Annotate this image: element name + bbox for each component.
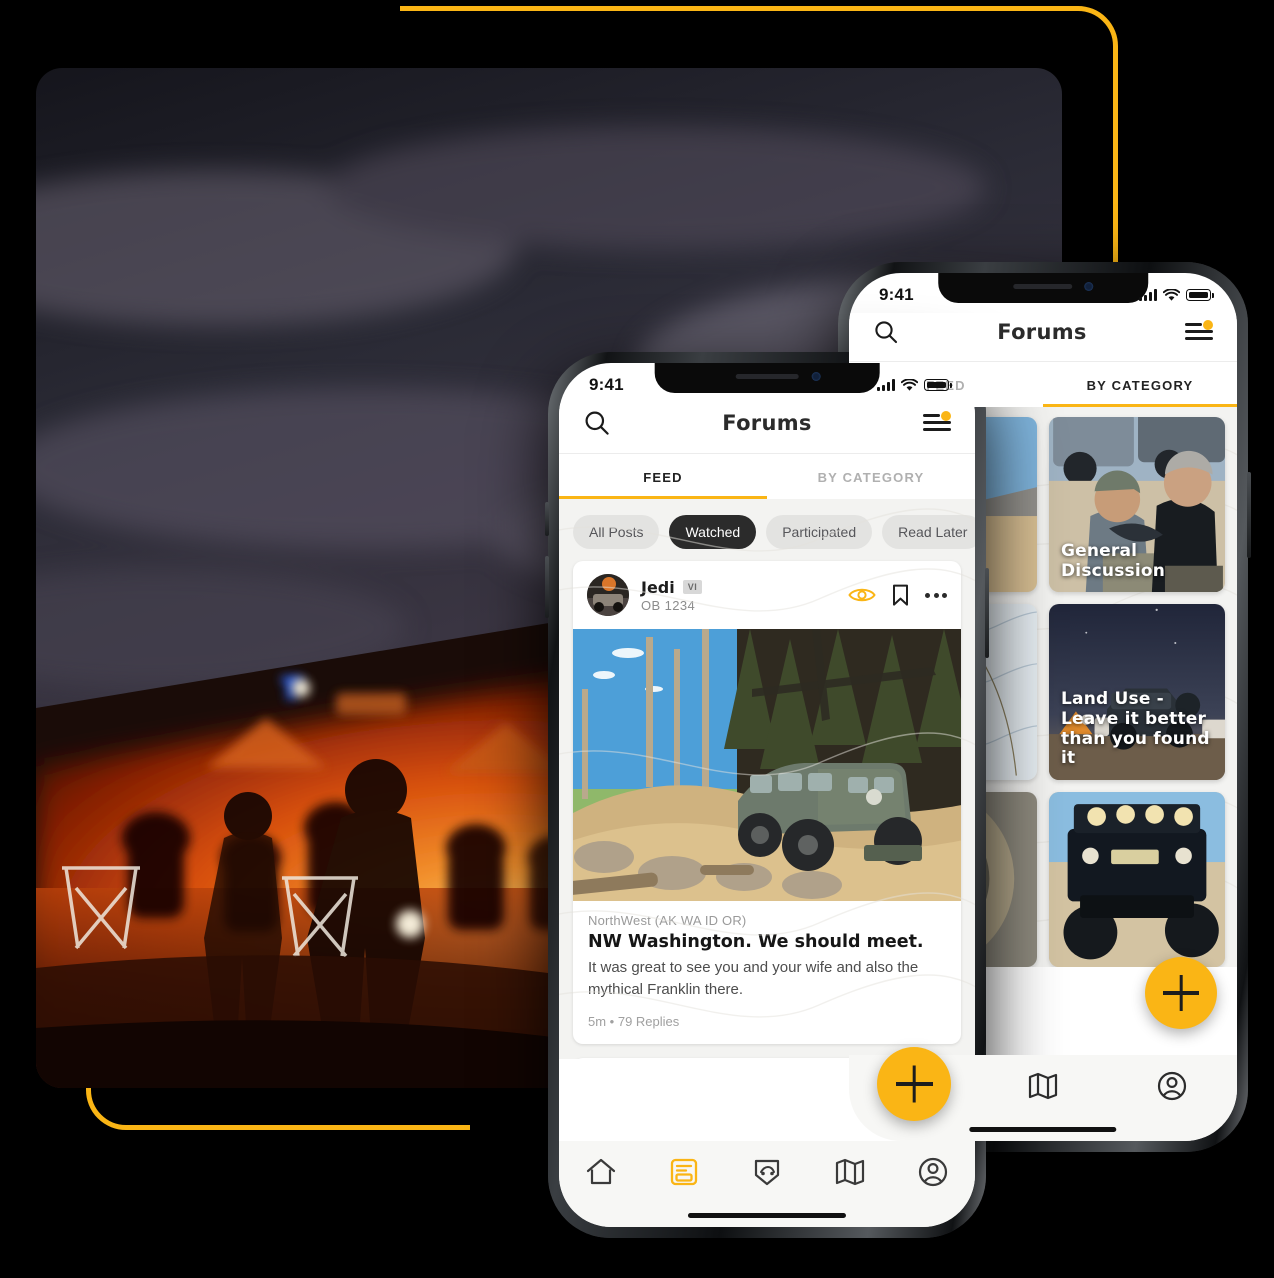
map-icon[interactable] xyxy=(833,1155,867,1189)
plus-icon xyxy=(895,1082,933,1086)
category-card-land-use[interactable]: Land Use - Leave it better than you foun… xyxy=(1049,604,1225,780)
back-app-header: Forums xyxy=(849,313,1237,361)
status-indicators xyxy=(877,378,952,392)
category-label: Land Use - Leave it better than you foun… xyxy=(1061,689,1210,769)
category-column-right: General Discussion Land Use - Leave it b… xyxy=(1049,417,1225,967)
front-status-bar: 9:41 xyxy=(559,363,975,403)
front-phone-screen: 9:41 Forums FEED BY CATEGORY All Posts W… xyxy=(559,363,975,1227)
wifi-icon xyxy=(901,378,918,391)
power-button[interactable] xyxy=(985,568,989,658)
create-post-fab[interactable] xyxy=(1145,957,1217,1029)
category-card-general-discussion[interactable]: General Discussion xyxy=(1049,417,1225,593)
home-indicator[interactable] xyxy=(969,1126,1117,1132)
status-time: 9:41 xyxy=(879,285,914,304)
feed-scroll-area[interactable]: All Posts Watched Participated Read Late… xyxy=(559,499,975,1059)
front-tab-bar: FEED BY CATEGORY xyxy=(559,453,975,499)
battery-icon xyxy=(1186,289,1214,301)
forums-icon[interactable] xyxy=(667,1155,701,1189)
tab-by-category[interactable]: BY CATEGORY xyxy=(767,454,975,499)
cellular-bars-icon xyxy=(1139,289,1157,301)
front-phone-device: 9:41 Forums FEED BY CATEGORY All Posts W… xyxy=(545,352,989,1238)
back-status-bar: 9:41 xyxy=(849,273,1237,313)
category-card[interactable] xyxy=(1049,791,1225,967)
category-label: General Discussion xyxy=(1061,541,1166,581)
map-icon[interactable] xyxy=(1026,1069,1060,1103)
front-app-header: Forums xyxy=(559,403,975,453)
tab-feed[interactable]: FEED xyxy=(559,454,767,499)
frame-mask xyxy=(0,0,400,12)
topographic-pattern xyxy=(559,508,975,1018)
notification-dot xyxy=(1202,320,1213,330)
volume-down-button[interactable] xyxy=(545,556,549,618)
page-title: Forums xyxy=(722,411,812,435)
hamburger-menu-icon[interactable] xyxy=(922,411,951,433)
composition-stage: 9:41 Forums BY CATEGORY General Discussi… xyxy=(0,0,1274,1278)
power-button[interactable] xyxy=(1247,472,1251,558)
status-indicators xyxy=(1139,288,1214,302)
profile-icon[interactable] xyxy=(1155,1069,1189,1103)
status-time: 9:41 xyxy=(589,375,624,394)
tab-by-category[interactable]: BY CATEGORY xyxy=(1043,362,1237,407)
vehicle-badge-icon[interactable] xyxy=(750,1155,784,1189)
search-icon[interactable] xyxy=(583,409,611,437)
wifi-icon xyxy=(1163,288,1180,301)
profile-icon[interactable] xyxy=(916,1155,950,1189)
page-title: Forums xyxy=(997,320,1087,344)
notification-dot xyxy=(940,411,951,421)
home-indicator[interactable] xyxy=(687,1212,847,1218)
cellular-bars-icon xyxy=(877,379,895,391)
battery-icon xyxy=(924,379,952,391)
create-post-fab[interactable] xyxy=(877,1047,951,1121)
hamburger-menu-icon[interactable] xyxy=(1184,320,1213,342)
volume-up-button[interactable] xyxy=(545,502,549,536)
home-icon[interactable] xyxy=(584,1155,618,1189)
search-icon[interactable] xyxy=(873,319,899,345)
plus-icon xyxy=(1163,991,1199,995)
